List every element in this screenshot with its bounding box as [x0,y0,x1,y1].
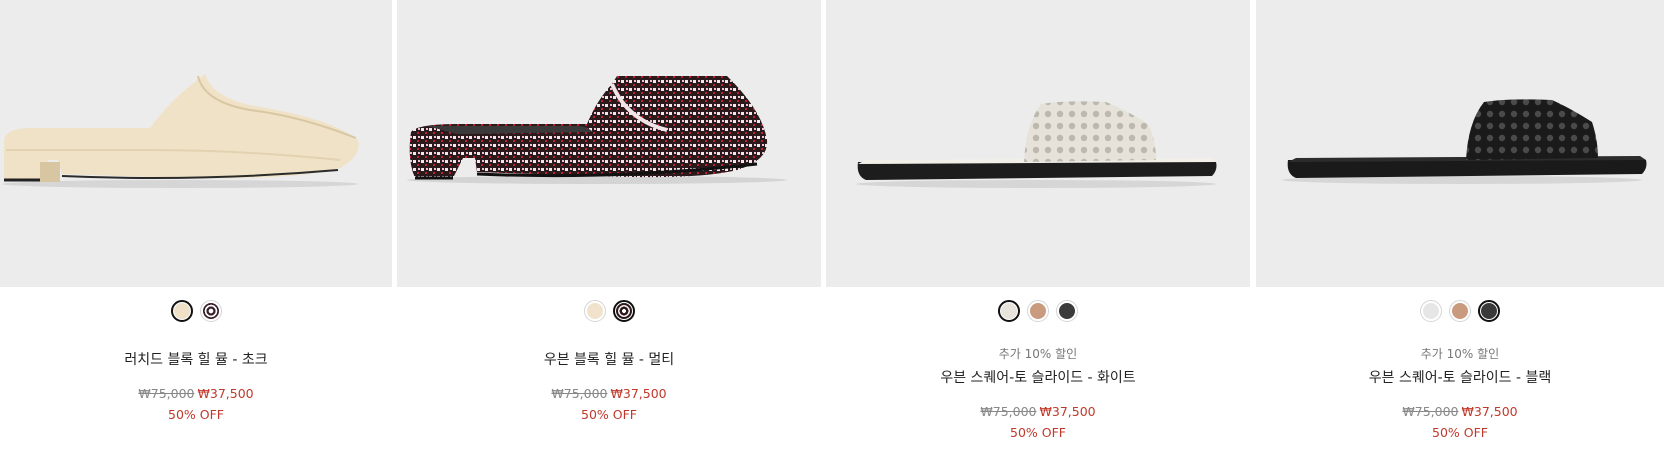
woven-mule-illustration [407,76,787,184]
discount-label: 50% OFF [1432,425,1488,440]
product-image[interactable] [1256,0,1664,287]
color-swatches [1256,300,1664,322]
discount-label: 50% OFF [1010,425,1066,440]
color-swatches [397,300,821,322]
swatch-color-dot [586,303,603,319]
discount-label: 50% OFF [168,407,224,422]
color-swatch-chalk[interactable] [170,300,193,322]
product-image[interactable] [0,0,392,287]
swatch-color-dot [1059,303,1075,319]
swatch-color-dot [615,303,632,319]
sale-price: ₩37,500 [610,386,667,401]
color-swatch-white[interactable] [998,300,1020,322]
original-price: ₩75,000 [551,386,608,401]
mule-shoe-illustration [2,74,359,188]
product-card[interactable]: 러치드 블록 힐 뮬 - 초크 ₩75,000 ₩37,500 50% OFF [0,0,392,461]
swatch-color-dot [1423,303,1439,319]
swatch-color-dot [202,303,219,319]
promo-label: 추가 10% 할인 [1420,347,1500,361]
discount-label: 50% OFF [581,407,637,422]
color-swatch-black[interactable] [1478,300,1500,322]
sale-price: ₩37,500 [197,386,254,401]
original-price: ₩75,000 [980,404,1037,419]
product-card[interactable]: 우븐 블록 힐 뮬 - 멀티 ₩75,000 ₩37,500 50% OFF [397,0,821,461]
product-grid: 러치드 블록 힐 뮬 - 초크 ₩75,000₩37,500 50% OFF [0,0,1664,461]
original-price: ₩75,000 [138,386,195,401]
product-image[interactable] [826,0,1250,287]
color-swatch-multi[interactable] [199,300,222,322]
color-swatch-black[interactable] [1056,300,1078,322]
product-price: ₩75,000 ₩37,500 [397,386,821,401]
product-name[interactable]: 우븐 블록 힐 뮬 - 멀티 [397,349,821,369]
color-swatches [826,300,1250,322]
promo-label: 추가 10% 할인 [998,347,1078,361]
product-price: ₩75,000 ₩37,500 [1256,404,1664,419]
swatch-color-dot [1001,303,1017,319]
product-name[interactable]: 우븐 스퀘어-토 슬라이드 - 화이트 [826,367,1250,387]
product-card[interactable]: 추가 10% 할인 우븐 스퀘어-토 슬라이드 - 화이트 ₩75,000 ₩37… [826,0,1250,461]
sale-price: ₩37,500 [1461,404,1518,419]
color-swatch-multi[interactable] [612,300,635,322]
product-card[interactable]: 추가 10% 할인 우븐 스퀘어-토 슬라이드 - 블랙 ₩75,000 ₩37,… [1256,0,1664,461]
woven-slide-white-illustration [856,101,1217,188]
product-price: ₩75,000 ₩37,500 [826,404,1250,419]
color-swatch-nude[interactable] [1449,300,1471,322]
woven-slide-black-illustration [1282,99,1647,184]
product-name[interactable]: 러치드 블록 힐 뮬 - 초크 [0,349,392,369]
color-swatch-nude[interactable] [1027,300,1049,322]
color-swatch-chalk[interactable] [583,300,606,322]
sale-price: ₩37,500 [1039,404,1096,419]
swatch-color-dot [1030,303,1046,319]
color-swatches [0,300,392,322]
product-image[interactable] [397,0,821,287]
original-price: ₩75,000 [1402,404,1459,419]
product-price: ₩75,000 ₩37,500 [0,386,392,401]
swatch-color-dot [173,303,190,319]
product-name[interactable]: 우븐 스퀘어-토 슬라이드 - 블랙 [1256,367,1664,387]
color-swatch-white[interactable] [1420,300,1442,322]
swatch-color-dot [1481,303,1497,319]
swatch-color-dot [1452,303,1468,319]
